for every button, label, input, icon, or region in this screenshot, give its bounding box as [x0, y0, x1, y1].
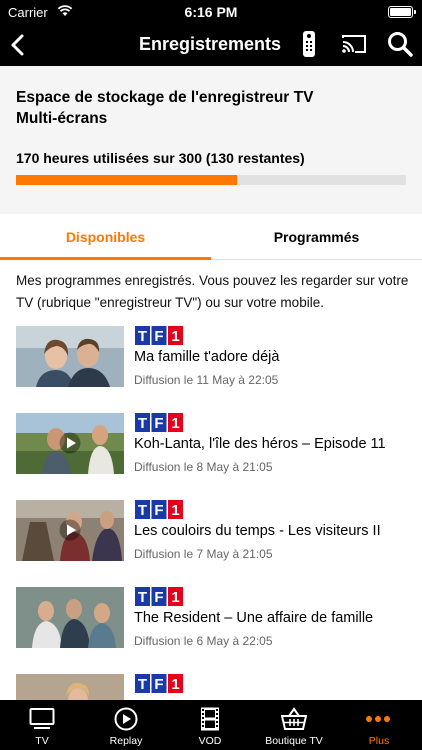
tabbar-label: Plus	[368, 735, 390, 747]
intro-text: Mes programmes enregistrés. Vous pouvez …	[16, 273, 409, 310]
basket-icon	[281, 707, 307, 730]
recording-title[interactable]: The Resident – Une affaire de famille	[134, 610, 373, 626]
tf1-logo-t: T	[138, 328, 147, 345]
more-icon	[366, 716, 390, 722]
tabbar-label: Boutique TV	[265, 735, 323, 747]
recordings-tabs: Disponibles Programmés	[0, 214, 422, 260]
recording-title[interactable]: Les couloirs du temps - Les visiteurs II	[134, 523, 381, 539]
cast-icon[interactable]	[341, 33, 367, 55]
recording-item[interactable]: T F 1 Koh-Lanta, l'île des héros – Episo…	[0, 409, 422, 496]
tf1-logo: T F 1	[134, 412, 184, 433]
status-bar: Carrier 6:16 PM	[0, 0, 422, 24]
film-icon	[201, 707, 219, 731]
tf1-logo: T F 1	[134, 325, 184, 346]
recording-thumbnail[interactable]	[16, 326, 124, 387]
play-icon[interactable]	[59, 519, 81, 541]
tf1-logo-f: F	[154, 676, 163, 693]
tf1-logo-t: T	[138, 589, 147, 606]
tf1-logo-1: 1	[171, 415, 179, 432]
tab-disponibles[interactable]: Disponibles	[0, 214, 211, 260]
recording-thumbnail[interactable]	[16, 413, 124, 474]
tabbar-item-vod[interactable]: VOD	[168, 700, 252, 750]
tf1-logo-f: F	[154, 415, 163, 432]
search-icon[interactable]	[386, 30, 414, 58]
storage-panel: Espace de stockage de l'enregistreur TV …	[0, 66, 422, 214]
tabbar-item-plus[interactable]: Plus	[336, 700, 422, 750]
recording-thumbnail[interactable]	[16, 587, 124, 648]
recording-item[interactable]: T F 1 Les couloirs du temps - Les visite…	[0, 496, 422, 583]
tab-programmes[interactable]: Programmés	[211, 214, 422, 260]
tv-icon	[29, 708, 55, 729]
page-title: Enregistrements	[138, 34, 282, 54]
tf1-logo-1: 1	[171, 328, 179, 345]
tf1-logo-1: 1	[171, 589, 179, 606]
tf1-logo-f: F	[154, 328, 163, 345]
play-icon[interactable]	[59, 432, 81, 454]
tf1-logo-1: 1	[171, 676, 179, 693]
tf1-logo: T F 1	[134, 673, 184, 694]
storage-progress-bar	[16, 175, 406, 185]
battery-icon	[388, 6, 416, 18]
storage-usage: 170 heures utilisées sur 300 (130 restan…	[16, 150, 305, 166]
recording-date: Diffusion le 6 May à 22:05	[134, 634, 273, 648]
clock: 6:16 PM	[184, 4, 238, 20]
tf1-logo-t: T	[138, 502, 147, 519]
nav-bar: Enregistrements	[0, 24, 422, 66]
storage-title: Espace de stockage de l'enregistreur TV …	[16, 89, 314, 127]
tabbar-label: VOD	[198, 735, 222, 747]
tabbar-item-replay[interactable]: Replay	[84, 700, 168, 750]
recording-item[interactable]: T F 1 Ma famille t'adore déjà Diffusion …	[0, 322, 422, 409]
recording-title[interactable]: Ma famille t'adore déjà	[134, 349, 279, 365]
tf1-logo-f: F	[154, 589, 163, 606]
tf1-logo: T F 1	[134, 499, 184, 520]
recording-date: Diffusion le 7 May à 21:05	[134, 547, 273, 561]
tabbar-label: Replay	[109, 735, 143, 747]
tabbar-label: TV	[35, 735, 49, 747]
tabbar-item-tv[interactable]: TV	[0, 700, 84, 750]
tf1-logo: T F 1	[134, 586, 184, 607]
tf1-logo-t: T	[138, 676, 147, 693]
tf1-logo-t: T	[138, 415, 147, 432]
recordings-list: T F 1 Ma famille t'adore déjà Diffusion …	[0, 322, 422, 750]
back-icon[interactable]	[6, 32, 32, 58]
recording-date: Diffusion le 11 May à 22:05	[134, 373, 279, 387]
tf1-logo-1: 1	[171, 502, 179, 519]
tabbar-item-boutique[interactable]: Boutique TV	[252, 700, 336, 750]
recording-item[interactable]: T F 1 The Resident – Une affaire de fami…	[0, 583, 422, 670]
remote-icon[interactable]	[302, 30, 316, 58]
storage-progress-fill	[16, 175, 238, 185]
tf1-logo-f: F	[154, 502, 163, 519]
recording-thumbnail[interactable]	[16, 500, 124, 561]
replay-icon	[114, 707, 138, 731]
recording-date: Diffusion le 8 May à 21:05	[134, 460, 273, 474]
bottom-tab-bar: TV Replay VOD Boutique TV Plus	[0, 700, 422, 750]
recording-title[interactable]: Koh-Lanta, l'île des héros – Episode 11	[134, 436, 386, 452]
